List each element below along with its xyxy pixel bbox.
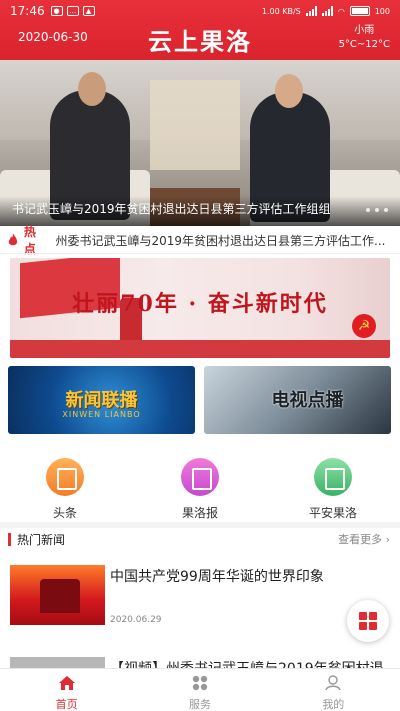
quick-nav-label: 果洛报 (181, 506, 218, 520)
status-bar: 17:46 ● … ▲ 1.00 KB/S ◠ 100 (0, 0, 400, 22)
tab-services[interactable]: 服务 (133, 669, 266, 711)
section-title: 热门新闻 (17, 532, 66, 547)
news-item[interactable]: 中国共产党99周年华诞的世界印象 2020.06.29 (0, 560, 400, 630)
view-more-link[interactable]: 查看更多 › (338, 531, 390, 547)
bottom-tab-bar: 首页 服务 我的 (0, 668, 400, 711)
banner-caption: 书记武玉嶂与2019年贫困村退出达日县第三方评估工作组组 (12, 202, 331, 216)
news-thumbnail (10, 565, 105, 625)
party-emblem-icon: ☭ (352, 314, 376, 338)
divider (0, 253, 400, 254)
quick-nav-label: 头条 (52, 506, 77, 520)
tv-on-demand-tile[interactable]: 电视点播 (204, 366, 391, 434)
profile-icon (325, 675, 341, 691)
news-title: 中国共产党99周年华诞的世界印象 (110, 569, 324, 585)
tab-profile[interactable]: 我的 (267, 669, 400, 711)
quick-nav-headline[interactable]: 头条 (5, 458, 125, 521)
tab-label: 首页 (55, 698, 78, 711)
battery-level: 100 (374, 6, 390, 16)
newspaper-icon (181, 458, 219, 496)
home-icon (58, 676, 75, 690)
tab-label: 我的 (322, 698, 345, 711)
battery-icon (349, 6, 370, 16)
fire-icon (8, 233, 18, 246)
quick-nav-label: 平安果洛 (308, 506, 357, 520)
network-speed: 1.00 KB/S (261, 6, 301, 16)
weather-widget[interactable]: 小雨 5°C~12°C (339, 24, 390, 52)
hot-news-header: 热门新闻 查看更多 › (0, 528, 400, 550)
weather-temp: 5°C~12°C (338, 39, 390, 50)
chat-icon: … (66, 6, 79, 16)
app-header: 17:46 ● … ▲ 1.00 KB/S ◠ 100 2020-06-30 云… (0, 0, 400, 60)
section-accent-bar (8, 532, 11, 546)
services-icon (192, 675, 208, 691)
floating-menu-button[interactable] (347, 600, 389, 642)
tile-subtitle: XINWEN LIANBO (62, 410, 141, 419)
quick-nav-newspaper[interactable]: 果洛报 (140, 458, 260, 521)
promo-slogan: 壮丽70年 · 奋斗新时代 (72, 291, 328, 317)
weather-desc: 小雨 (354, 25, 375, 36)
image-icon: ▲ (82, 6, 95, 16)
quick-nav-safe[interactable]: 平安果洛 (273, 458, 393, 521)
banner-carousel[interactable]: 书记武玉嶂与2019年贫困村退出达日县第三方评估工作组组 (0, 60, 400, 226)
wall-graphic (10, 340, 390, 358)
signal-icon (305, 6, 317, 16)
hot-ticker[interactable]: 热点 州委书记武玉嶂与2019年贫困村退出达日县第三方评估工作... (0, 225, 400, 256)
signal-2-icon (321, 6, 333, 16)
news-broadcast-tile[interactable]: 新闻联播 XINWEN LIANBO (8, 366, 195, 434)
hot-label: 热点 (23, 225, 36, 256)
status-time: 17:46 (10, 4, 45, 18)
wifi-icon: ◠ (337, 6, 345, 16)
tile-title: 新闻联播 (65, 390, 138, 411)
headline-icon (46, 458, 84, 496)
hot-headline[interactable]: 州委书记武玉嶂与2019年贫困村退出达日县第三方评估工作... (55, 232, 400, 249)
carousel-dots[interactable] (366, 208, 388, 212)
notification-icon: ● (50, 6, 63, 16)
tab-home[interactable]: 首页 (0, 669, 133, 711)
tile-title: 电视点播 (271, 390, 344, 411)
safe-icon (314, 458, 352, 496)
news-date: 2020.06.29 (110, 615, 162, 625)
tab-label: 服务 (188, 698, 211, 711)
promo-banner[interactable]: 壮丽70年 · 奋斗新时代 ☭ (10, 258, 390, 358)
